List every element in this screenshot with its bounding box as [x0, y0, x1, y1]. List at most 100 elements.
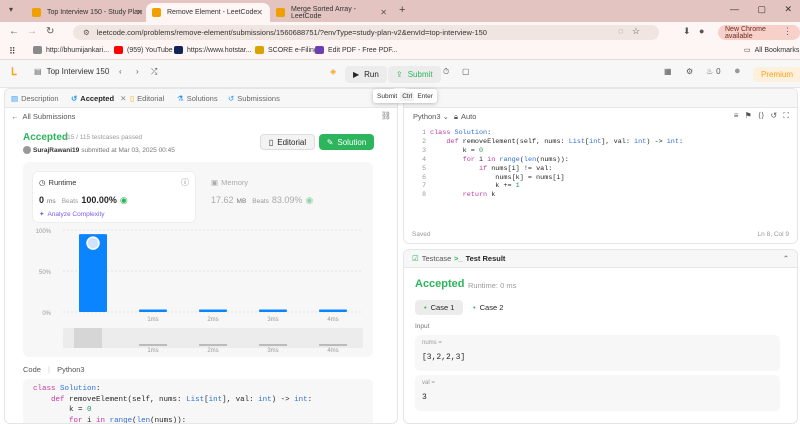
- case-1-tab[interactable]: • Case 1: [415, 300, 464, 315]
- tab-submissions[interactable]: ↺ Submissions: [228, 94, 280, 103]
- run-button[interactable]: ▶ Run: [345, 66, 387, 83]
- notes-icon[interactable]: ▢: [462, 67, 470, 76]
- nums-input-box[interactable]: nums = [3,2,2,3]: [415, 335, 780, 371]
- chart-x-tick: 4ms: [327, 317, 338, 323]
- browser-tab-remove-element[interactable]: Remove Element - LeetCode ✕: [146, 3, 270, 22]
- solution-button[interactable]: ✎ Solution: [319, 134, 374, 150]
- bookmark-hotstar[interactable]: https://www.hotstar...: [174, 46, 252, 54]
- book-icon: ▯: [130, 94, 135, 103]
- user-avatar-icon[interactable]: [23, 146, 31, 154]
- code-line: k = 0: [430, 146, 484, 155]
- code-line: k = 0: [33, 406, 92, 414]
- forward-icon[interactable]: →: [27, 26, 37, 37]
- premium-label: Premium: [761, 70, 794, 79]
- code-line: class Solution:: [33, 385, 101, 393]
- bookmark-score-efiling[interactable]: SCORE e-Filing: [255, 46, 318, 54]
- upload-icon: ⇪: [396, 70, 403, 79]
- url-input[interactable]: ⚙ leetcode.com/problems/remove-element/s…: [73, 25, 659, 40]
- code-editor[interactable]: class Solution: def removeElement(self, …: [430, 129, 683, 200]
- line-number: 1: [422, 129, 426, 136]
- val-input-box[interactable]: val = 3: [415, 375, 780, 411]
- case-2-tab[interactable]: • Case 2: [464, 300, 512, 315]
- layout-icon[interactable]: ▦: [664, 67, 672, 76]
- code-label: Code: [23, 365, 41, 374]
- submit-button[interactable]: ⇪ Submit: [388, 66, 441, 83]
- chart-y-tick: 50%: [39, 270, 52, 276]
- editorial-button[interactable]: ▯ Editorial: [260, 134, 315, 150]
- study-plan-nav[interactable]: ▤ Top Interview 150: [34, 67, 109, 76]
- shuffle-icon[interactable]: ⤮: [151, 67, 157, 77]
- site-info-icon[interactable]: ⚙: [83, 28, 90, 37]
- case-label: Case 2: [479, 303, 504, 312]
- leetcode-header: ᒪ ▤ Top Interview 150 ‹ › ⤮ ◈ ▶ Run ⇪ Submi…: [0, 60, 800, 88]
- bookmark-youtube[interactable]: (959) YouTube: [114, 46, 173, 54]
- expand-icon[interactable]: ⌃: [783, 254, 789, 263]
- back-icon[interactable]: ←: [9, 26, 19, 37]
- address-bar-row: ← → ↻ ⚙ leetcode.com/problems/remove-ele…: [0, 22, 800, 43]
- next-problem-icon[interactable]: ›: [136, 67, 139, 76]
- tab-label: Test Result: [465, 254, 506, 263]
- username[interactable]: SurajRawani19: [33, 147, 79, 154]
- nums-key: nums =: [422, 340, 442, 346]
- bookmark-star-icon[interactable]: ◌ ☆: [618, 26, 640, 37]
- runtime-card[interactable]: ◷ Runtime ⓘ 0 ms Beats 100.00% ◉ ✦ Analyze…: [33, 172, 195, 222]
- bookmark-label: (959) YouTube: [127, 46, 173, 54]
- tab-accepted[interactable]: ↺ Accepted ✕: [71, 94, 126, 103]
- close-tab-icon[interactable]: ✕: [380, 8, 387, 17]
- apps-icon[interactable]: ⠿: [9, 46, 16, 57]
- close-tab-icon[interactable]: ✕: [136, 8, 143, 17]
- chevron-down-icon: ⌄: [442, 112, 449, 121]
- language-select[interactable]: Python3 ⌄: [413, 112, 449, 121]
- premium-button[interactable]: Premium: [753, 67, 800, 82]
- arrow-left-icon: ←: [11, 112, 19, 121]
- leetcode-logo-icon[interactable]: ᒪ: [11, 67, 17, 78]
- analyze-complexity-link[interactable]: ✦ Analyze Complexity: [39, 210, 105, 218]
- tab-editorial[interactable]: ▯ Editorial: [130, 94, 164, 103]
- window-controls[interactable]: — ▢ ✕: [730, 4, 792, 15]
- share-link-icon[interactable]: ⛓: [381, 111, 391, 120]
- tab-description[interactable]: ▤ Description: [11, 94, 59, 103]
- avatar[interactable]: ●: [734, 65, 741, 77]
- runtime-value: 0: [39, 195, 45, 205]
- all-submissions-link[interactable]: ← All Submissions: [11, 112, 75, 121]
- bookmark-edit-pdf[interactable]: Edit PDF - Free PDF...: [315, 46, 398, 54]
- tooltip-key: Enter: [417, 92, 433, 100]
- tab-label: Testcase: [421, 254, 452, 263]
- scrubber-x-tick: 2ms: [207, 348, 218, 354]
- debug-icon[interactable]: ◈: [330, 67, 336, 76]
- chrome-menu-icon[interactable]: ⋮: [783, 26, 792, 37]
- all-bookmarks[interactable]: ▭ All Bookmarks: [744, 46, 799, 55]
- description-icon: ▤: [11, 94, 19, 103]
- code-line: for i in range(len(nums)):: [462, 155, 569, 164]
- browser-tab-study-plan[interactable]: Top Interview 150 - Study Plan ✕: [26, 3, 150, 22]
- test-result-panel: ☑ Testcase >_ Test Result ⌃ Accepted Runti…: [403, 249, 798, 424]
- close-tab-icon[interactable]: ✕: [256, 8, 263, 17]
- prev-problem-icon[interactable]: ‹: [119, 67, 122, 76]
- tab-search-icon[interactable]: ▾: [9, 5, 13, 14]
- tab-testcase[interactable]: ☑ Testcase: [412, 254, 451, 263]
- auto-mode[interactable]: 🔒︎ Auto: [454, 112, 476, 122]
- timer-icon[interactable]: ⏱: [443, 67, 449, 77]
- streak-counter[interactable]: ♨ 0: [706, 67, 721, 76]
- browser-tab-merge-sorted-array[interactable]: Merge Sorted Array - LeetCode ✕: [270, 3, 394, 22]
- chart-y-tick: 0%: [42, 311, 51, 317]
- new-tab-icon[interactable]: +: [399, 4, 405, 16]
- leetcode-favicon-icon: [276, 8, 285, 17]
- fire-icon: ♨: [706, 67, 714, 76]
- bookmark-bhumijankari[interactable]: http://bhumijankari...: [33, 46, 109, 54]
- memory-card[interactable]: ▣ Memory 17.62 MB Beats 83.09% ◉: [205, 172, 365, 222]
- run-label: Run: [364, 70, 379, 79]
- history-icon: ↺: [71, 94, 78, 103]
- editor-toolbar-icons[interactable]: ≡ ⚑ ⟨⟩ ↺ ⛶: [734, 111, 789, 121]
- scrubber-bar: [139, 344, 167, 346]
- reload-icon[interactable]: ↻: [46, 26, 54, 37]
- code-line: class Solution:: [430, 129, 492, 137]
- close-tab-icon[interactable]: ✕: [120, 94, 126, 103]
- tab-test-result[interactable]: >_ Test Result: [454, 254, 505, 263]
- info-icon[interactable]: ⓘ: [181, 177, 189, 188]
- code-editor-panel: </> Python3 ⌄ 🔒︎Auto ≡ ⚑ ⟨⟩ ↺ ⛶ 12345678…: [403, 88, 798, 244]
- settings-icon[interactable]: ⚙: [686, 67, 693, 76]
- runtime-distribution-chart[interactable]: 100% 50% 0% 1ms 2ms 3ms 4ms 1ms 2ms 3ms 4ms: [23, 224, 373, 357]
- tab-solutions[interactable]: ⚗ Solutions: [177, 94, 218, 103]
- extensions-icon[interactable]: ⬇ ●: [683, 26, 704, 37]
